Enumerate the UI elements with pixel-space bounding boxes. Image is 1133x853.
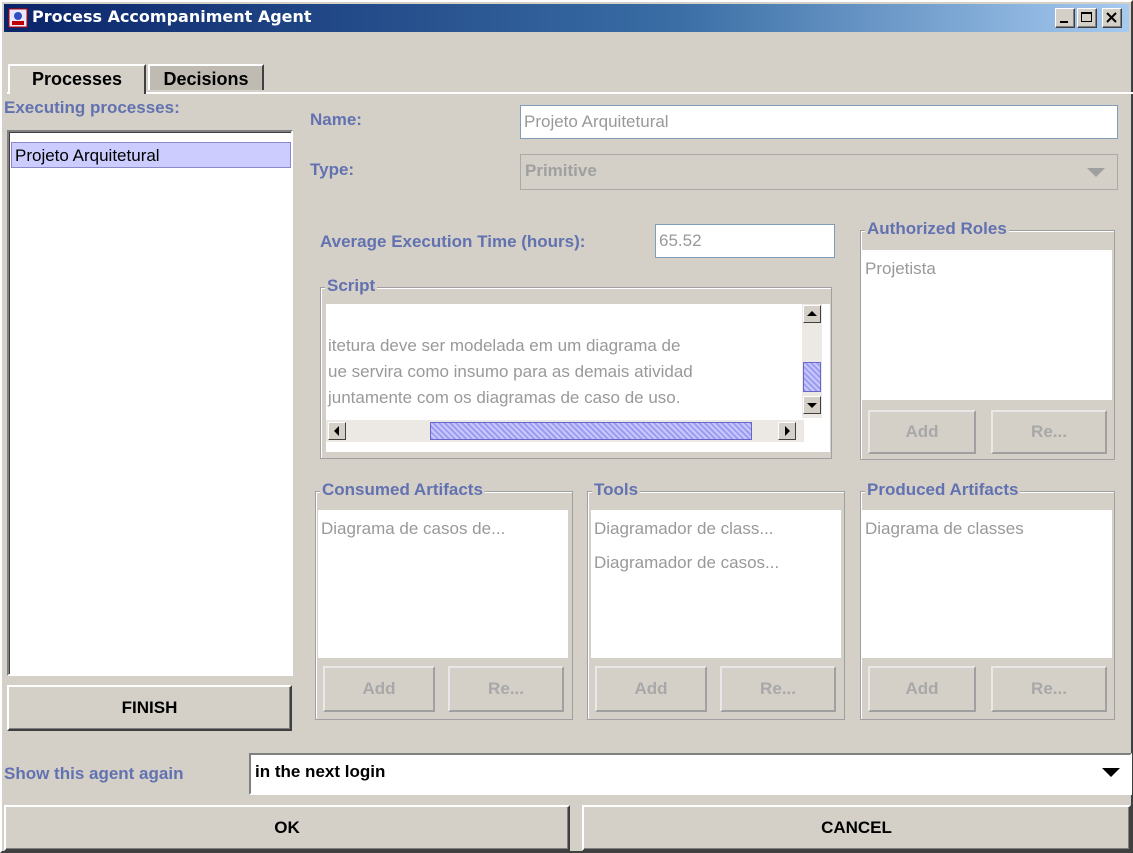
list-item[interactable]: Projeto Arquitetural (11, 142, 291, 168)
consumed-add-button[interactable]: Add (323, 666, 435, 712)
tools-title: Tools (592, 480, 641, 500)
type-select[interactable]: Primitive (520, 154, 1118, 190)
produced-artifacts-title: Produced Artifacts (865, 480, 1021, 500)
close-button[interactable] (1102, 8, 1122, 28)
tab-decisions[interactable]: Decisions (148, 64, 264, 90)
scroll-down-button[interactable] (803, 396, 821, 414)
horizontal-scroll-thumb[interactable] (430, 422, 752, 440)
name-field[interactable]: Projeto Arquitetural (520, 105, 1118, 139)
executing-processes-label: Executing processes: (4, 98, 180, 117)
avg-time-field[interactable]: 65.52 (655, 224, 835, 258)
tools-remove-button[interactable]: Re... (720, 666, 836, 712)
window-title: Process Accompaniment Agent (32, 7, 312, 26)
script-line: itetura deve ser modelada em um diagrama… (328, 336, 681, 355)
scroll-left-button[interactable] (328, 422, 346, 440)
chevron-down-icon (1102, 768, 1120, 777)
app-icon (8, 8, 28, 28)
show-again-select[interactable]: in the next login (249, 753, 1132, 795)
scroll-up-button[interactable] (803, 305, 821, 323)
consumed-artifacts-list[interactable]: Diagrama de casos de... (318, 510, 568, 658)
type-label: Type: (310, 160, 355, 179)
arrow-left-icon (334, 426, 339, 436)
list-item[interactable]: Diagrama de casos de... (318, 516, 505, 542)
minimize-icon (1060, 21, 1068, 23)
maximize-button[interactable] (1077, 8, 1097, 28)
finish-button[interactable]: FINISH (7, 685, 292, 731)
arrow-right-icon (785, 426, 790, 436)
script-area[interactable]: itetura deve ser modelada em um diagrama… (326, 304, 830, 452)
show-again-label: Show this agent again (4, 764, 184, 783)
list-item[interactable]: Diagrama de classes (862, 516, 1024, 542)
cancel-button[interactable]: CANCEL (582, 805, 1131, 851)
arrow-down-icon (807, 403, 817, 408)
authorized-roles-title: Authorized Roles (865, 219, 1009, 239)
produced-remove-button[interactable]: Re... (991, 666, 1107, 712)
consumed-remove-button[interactable]: Re... (448, 666, 564, 712)
title-bar[interactable]: Process Accompaniment Agent (4, 4, 1129, 32)
list-item[interactable]: Projetista (862, 256, 936, 282)
authorized-roles-list[interactable]: Projetista (862, 250, 1112, 400)
produced-artifacts-list[interactable]: Diagrama de classes (862, 510, 1112, 658)
list-item[interactable]: Diagramador de class... (591, 516, 774, 542)
tab-processes[interactable]: Processes (8, 64, 146, 94)
type-select-value: Primitive (525, 161, 597, 180)
consumed-artifacts-title: Consumed Artifacts (320, 480, 485, 500)
scroll-right-button[interactable] (778, 422, 796, 440)
show-again-value: in the next login (255, 762, 386, 781)
name-label: Name: (310, 110, 362, 129)
ok-button[interactable]: OK (4, 805, 570, 851)
avg-time-label: Average Execution Time (hours): (320, 232, 586, 251)
chevron-down-icon (1087, 168, 1105, 177)
arrow-up-icon (807, 311, 817, 316)
tools-add-button[interactable]: Add (595, 666, 707, 712)
roles-add-button[interactable]: Add (868, 410, 976, 454)
close-icon (1106, 12, 1117, 23)
minimize-button[interactable] (1055, 8, 1075, 28)
maximize-icon (1081, 12, 1092, 22)
tools-list[interactable]: Diagramador de class... Diagramador de c… (591, 510, 841, 658)
produced-add-button[interactable]: Add (868, 666, 976, 712)
horizontal-scrollbar[interactable] (326, 420, 804, 442)
app-window: Process Accompaniment Agent Processes De… (0, 0, 1133, 853)
vertical-scroll-thumb[interactable] (803, 362, 821, 392)
vertical-scrollbar[interactable] (802, 304, 822, 418)
script-line: juntamente com os diagramas de caso de u… (328, 388, 681, 407)
executing-processes-list[interactable]: Projeto Arquitetural (7, 130, 293, 676)
roles-remove-button[interactable]: Re... (991, 410, 1107, 454)
list-item[interactable]: Diagramador de casos... (591, 550, 779, 576)
script-line: ue servira como insumo para as demais at… (328, 362, 693, 381)
script-title: Script (325, 276, 378, 296)
